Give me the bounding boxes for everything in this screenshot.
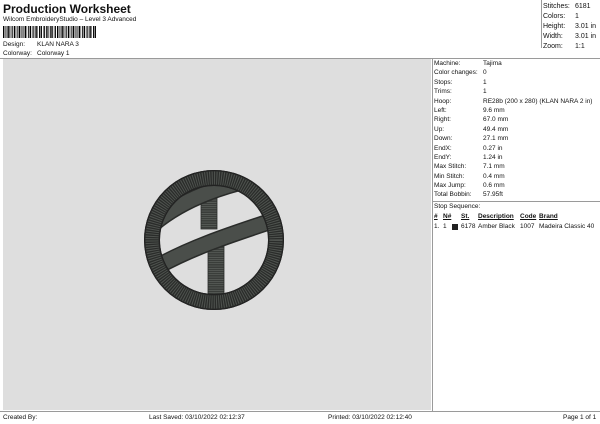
colorway-label: Colorway: bbox=[3, 50, 32, 57]
info-label: EndY: bbox=[434, 153, 452, 161]
info-row: Total Bobbin: 57.95ft bbox=[434, 190, 600, 199]
info-row: Up: 49.4 mm bbox=[434, 125, 600, 134]
info-value: 1 bbox=[483, 88, 487, 96]
info-row: EndX: 0.27 in bbox=[434, 144, 600, 153]
row-stitches: 6178 bbox=[461, 223, 476, 230]
info-value: 0.6 mm bbox=[483, 182, 505, 190]
stitches-value: 6181 bbox=[575, 3, 591, 10]
height-label: Height: bbox=[543, 23, 566, 30]
info-value: 0 bbox=[483, 69, 487, 77]
info-label: Max Stitch: bbox=[434, 163, 467, 171]
info-label: Max Jump: bbox=[434, 182, 466, 190]
info-row: Max Jump: 0.6 mm bbox=[434, 181, 600, 190]
info-label: Color changes: bbox=[434, 69, 478, 77]
width-label: Width: bbox=[543, 33, 563, 40]
row-code: 1007 bbox=[520, 223, 535, 230]
info-label: Down: bbox=[434, 135, 453, 143]
info-label: Total Bobbin: bbox=[434, 191, 472, 199]
table-row: 1. 1 6178 Amber Black 1007 Madeira Class… bbox=[434, 222, 600, 232]
info-value: Tajima bbox=[483, 60, 502, 67]
design-value: KLAN NARA 3 bbox=[37, 41, 79, 48]
row-description: Amber Black bbox=[478, 223, 515, 230]
created-by: Created By: bbox=[3, 414, 38, 421]
info-value: 1.24 in bbox=[483, 153, 503, 161]
info-row: Color changes: 0 bbox=[434, 68, 600, 77]
info-row: Trims: 1 bbox=[434, 87, 600, 96]
canvas-divider bbox=[432, 58, 433, 411]
embroidery-design-image bbox=[144, 170, 284, 310]
last-saved: Last Saved: 03/10/2022 02:12:37 bbox=[149, 414, 245, 421]
row-brand: Madeira Classic 40 bbox=[539, 223, 595, 230]
colorway-value: Colorway 1 bbox=[37, 50, 70, 57]
colors-value: 1 bbox=[575, 13, 579, 20]
info-label: EndX: bbox=[434, 144, 452, 152]
info-label: Right: bbox=[434, 116, 451, 124]
row-index: 1. bbox=[434, 223, 440, 230]
stitches-label: Stitches: bbox=[543, 3, 570, 10]
info-label: Min Stitch: bbox=[434, 172, 465, 180]
color-swatch bbox=[452, 224, 458, 230]
design-preview-canvas bbox=[3, 59, 431, 410]
col-needle: N# bbox=[443, 213, 452, 220]
info-value: 1 bbox=[483, 78, 487, 86]
info-value: 57.95ft bbox=[483, 191, 503, 199]
info-label: Stops: bbox=[434, 78, 453, 86]
info-label: Hoop: bbox=[434, 97, 452, 105]
info-row: Right: 67.0 mm bbox=[434, 115, 600, 124]
info-row: Down: 27.1 mm bbox=[434, 134, 600, 143]
info-label: Left: bbox=[434, 106, 447, 114]
info-value: 7.1 mm bbox=[483, 163, 505, 171]
barcode-image bbox=[3, 26, 96, 38]
col-description: Description bbox=[478, 213, 514, 220]
info-value: 27.1 mm bbox=[483, 135, 509, 143]
software-subtitle: Wilcom EmbroideryStudio – Level 3 Advanc… bbox=[3, 16, 137, 23]
info-value: 9.6 mm bbox=[483, 106, 505, 114]
info-value: 0.4 mm bbox=[483, 172, 505, 180]
info-row: Stops: 1 bbox=[434, 78, 600, 87]
height-value: 3.01 in bbox=[575, 23, 597, 30]
stats-panel: Stitches: 6181 Colors: 1 Height: 3.01 in Wi… bbox=[543, 2, 600, 52]
footer-divider bbox=[0, 411, 600, 412]
stop-sequence-header: # N# St. Description Code Brand bbox=[434, 212, 600, 222]
width-value: 3.01 in bbox=[575, 33, 597, 40]
colors-label: Colors: bbox=[543, 13, 566, 20]
info-label: Machine: bbox=[434, 60, 461, 67]
col-brand: Brand bbox=[539, 213, 558, 220]
info-row: Max Stitch: 7.1 mm bbox=[434, 162, 600, 171]
info-value: 49.4 mm bbox=[483, 125, 509, 133]
col-stitches: St. bbox=[461, 213, 470, 220]
page-number: Page 1 of 1 bbox=[563, 414, 597, 421]
row-needle: 1 bbox=[443, 223, 447, 230]
info-row: EndY: 1.24 in bbox=[434, 153, 600, 162]
info-row: Left: 9.6 mm bbox=[434, 106, 600, 115]
info-row: Min Stitch: 0.4 mm bbox=[434, 172, 600, 181]
info-value: RE28b (200 x 280) (KLAN NARA 2 in) bbox=[483, 97, 593, 105]
worksheet-title: Production Worksheet bbox=[3, 2, 131, 16]
machine-info-panel: Machine: Tajima Color changes: 0 Stops: 1 Trim… bbox=[434, 59, 600, 200]
zoom-label: Zoom: bbox=[543, 43, 563, 50]
printed-date: Printed: 03/10/2022 02:12:40 bbox=[328, 414, 412, 421]
col-index: # bbox=[434, 213, 438, 220]
stop-sequence-panel: Stop Sequence: # N# St. Description Code… bbox=[434, 202, 600, 232]
stop-sequence-title: Stop Sequence: bbox=[434, 203, 481, 210]
info-label: Trims: bbox=[434, 88, 452, 96]
info-value: 0.27 in bbox=[483, 144, 503, 152]
info-row: Hoop: RE28b (200 x 280) (KLAN NARA 2 in) bbox=[434, 97, 600, 106]
design-label: Design: bbox=[3, 41, 26, 48]
stats-divider bbox=[541, 0, 542, 48]
info-label: Up: bbox=[434, 125, 445, 133]
col-code: Code bbox=[520, 213, 537, 220]
zoom-value: 1:1 bbox=[575, 43, 585, 50]
info-row: Machine: Tajima bbox=[434, 59, 600, 68]
info-value: 67.0 mm bbox=[483, 116, 509, 124]
